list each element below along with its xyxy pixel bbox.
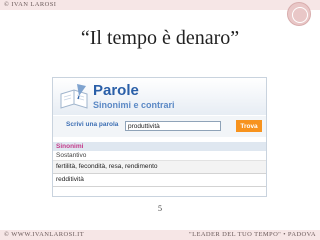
header-band: © IVAN LAROSI xyxy=(0,0,320,10)
seal-ring xyxy=(292,7,308,23)
part-of-speech-label: Sostantivo xyxy=(53,151,266,161)
search-bar: Scrivi una parola Trova xyxy=(53,116,266,137)
seal-logo xyxy=(287,2,311,26)
app-screenshot: Parole Sinonimi e contrari Scrivi una pa… xyxy=(52,77,267,197)
synonym-row: fertilità, fecondità, resa, rendimento xyxy=(53,161,266,174)
search-input[interactable] xyxy=(125,121,221,131)
footer-band: © WWW.IVANLAROSI.IT "LEADER DEL TUO TEMP… xyxy=(0,230,320,240)
footer-tagline: "LEADER DEL TUO TEMPO" • PADOVA xyxy=(189,231,316,238)
results-panel: Sinonimi Sostantivo fertilità, fecondità… xyxy=(53,142,266,187)
footer-website: © WWW.IVANLAROSI.IT xyxy=(4,231,85,238)
search-label: Scrivi una parola xyxy=(66,121,119,128)
find-button[interactable]: Trova xyxy=(236,120,262,132)
app-title: Parole xyxy=(93,82,139,99)
book-pen-icon xyxy=(60,84,88,109)
synonyms-heading: Sinonimi xyxy=(53,142,266,151)
app-subtitle: Sinonimi e contrari xyxy=(93,100,175,110)
page-number: 5 xyxy=(158,204,162,213)
copyright-text: © IVAN LAROSI xyxy=(4,1,57,8)
slide-title: “Il tempo è denaro” xyxy=(80,27,240,49)
app-header: Parole Sinonimi e contrari xyxy=(53,78,266,115)
synonym-row: redditività xyxy=(53,174,266,187)
